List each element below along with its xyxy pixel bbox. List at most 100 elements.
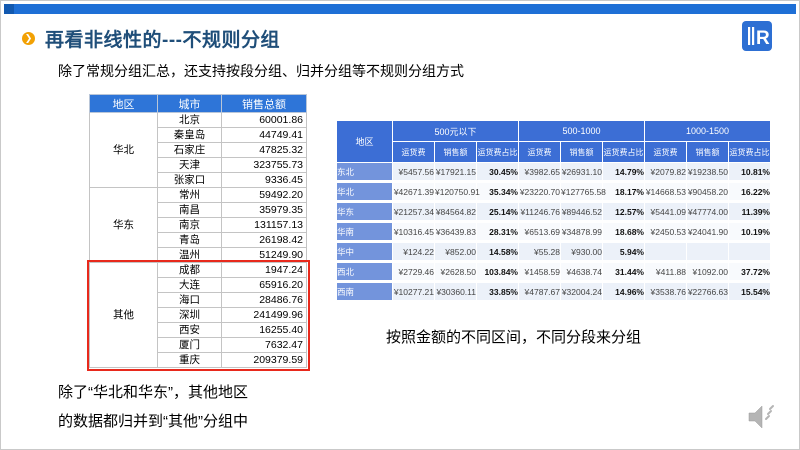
freight-cost-cell: ¥11246.76 [519,203,560,222]
city-cell: 重庆 [157,352,222,368]
chevron-right-icon: ❯ [22,32,35,45]
freight-ratio-cell: 11.39% [729,203,770,222]
sales-total-cell: 323755.73 [221,157,307,173]
sales-amount-cell: ¥24041.90 [687,223,728,242]
region-cell: 华南 [337,223,392,242]
freight-cost-cell: ¥2450.53 [645,223,686,242]
city-cell: 北京 [157,112,222,128]
sales-total-cell: 47825.32 [221,142,307,158]
caption-amount-groups: 按照金额的不同区间，不同分段来分组 [386,329,642,346]
freight-ratio-cell: 18.68% [603,223,644,242]
sales-total-cell: 60001.86 [221,112,307,128]
sales-amount-cell: ¥90458.20 [687,183,728,202]
sales-total-cell: 35979.35 [221,202,307,218]
sales-amount-cell [687,243,728,262]
freight-cost-cell: ¥21257.34 [393,203,434,222]
freight-ratio-cell: 10.81% [729,163,770,182]
column-header-city: 城市 [157,94,222,113]
column-sub-header: 运货费 [519,142,560,162]
page-title: 再看非线性的---不规则分组 [45,30,280,51]
freight-ratio-cell: 14.96% [603,283,644,302]
table-row: 其他 成都 1947.24 [89,262,307,368]
region-cell: 华中 [337,243,392,262]
column-sub-header: 运货费占比 [729,142,770,162]
column-sub-header: 运货费占比 [477,142,518,162]
sales-total-cell: 44749.41 [221,127,307,143]
column-group-header: 500元以下 [393,121,518,141]
table-row: 西南 ¥10277.21 ¥30360.11 33.85% ¥4787.67 ¥32004… [337,283,770,302]
freight-cost-cell: ¥1458.59 [519,263,560,282]
region-cell: 其他 [89,262,158,368]
freight-cost-cell: ¥3982.65 [519,163,560,182]
region-cell: 华北 [89,112,158,188]
grouped-by-amount-table: 地区 500元以下 500-1000 1000-1500 运货费 销售额 运货费占比 运货… [336,120,771,303]
sales-amount-cell: ¥22766.63 [687,283,728,302]
column-sub-header: 运货费 [393,142,434,162]
column-sub-header: 销售额 [687,142,728,162]
column-header-region: 地区 [337,121,392,162]
caption-merge-line1: 除了“华北和华东”，其他地区 [58,384,248,401]
region-cell: 东北 [337,163,392,182]
right-table-sub-header-row: 运货费 销售额 运货费占比 运货费 销售额 运货费占比 运货费 销售额 运货费占比 [337,142,770,162]
sales-amount-cell: ¥1092.00 [687,263,728,282]
column-sub-header: 运货费 [645,142,686,162]
svg-text:R: R [756,28,770,49]
sales-amount-cell: ¥34878.99 [561,223,602,242]
freight-cost-cell: ¥10316.45 [393,223,434,242]
table-row: 华北 ¥42671.39 ¥120750.91 35.34% ¥23220.70 ¥127… [337,183,770,202]
sales-amount-cell: ¥17921.15 [435,163,476,182]
table-row: 华东 常州 59492.20 [89,187,307,263]
sales-total-cell: 1947.24 [221,262,307,278]
table-row: 东北 ¥5457.56 ¥17921.15 30.45% ¥3982.65 ¥26931.… [337,163,770,182]
region-cell: 西南 [337,283,392,302]
top-accent-bar [4,4,796,14]
sales-amount-cell: ¥930.00 [561,243,602,262]
table-row: 华中 ¥124.22 ¥852.00 14.58% ¥55.28 ¥930.00 5.94% [337,243,770,262]
city-cell: 南京 [157,217,222,233]
city-cell: 青岛 [157,232,222,248]
sales-total-cell: 51249.90 [221,247,307,263]
freight-cost-cell: ¥55.28 [519,243,560,262]
audio-speaker-icon[interactable] [745,401,777,433]
column-header-region: 地区 [89,94,158,113]
freight-cost-cell: ¥2729.46 [393,263,434,282]
freight-ratio-cell: 30.45% [477,163,518,182]
freight-cost-cell: ¥10277.21 [393,283,434,302]
column-sub-header: 销售额 [435,142,476,162]
freight-cost-cell: ¥23220.70 [519,183,560,202]
sales-amount-cell: ¥36439.83 [435,223,476,242]
freight-ratio-cell: 18.17% [603,183,644,202]
freight-cost-cell: ¥2079.82 [645,163,686,182]
city-cell: 大连 [157,277,222,293]
left-table-header-row: 地区 城市 销售总额 [89,94,307,113]
city-cell: 张家口 [157,172,222,188]
sales-total-cell: 9336.45 [221,172,307,188]
subtitle-text: 除了常规分组汇总，还支持按段分组、归并分组等不规则分组方式 [58,63,464,79]
sales-total-cell: 28486.76 [221,292,307,308]
sales-amount-cell: ¥2628.50 [435,263,476,282]
table-row: 华南 ¥10316.45 ¥36439.83 28.31% ¥6513.69 ¥34878… [337,223,770,242]
freight-ratio-cell: 10.19% [729,223,770,242]
sales-total-cell: 26198.42 [221,232,307,248]
freight-ratio-cell: 14.58% [477,243,518,262]
top-accent-bar-end [4,4,14,14]
column-group-header: 1000-1500 [645,121,770,141]
sales-total-cell: 16255.40 [221,322,307,338]
freight-cost-cell: ¥4787.67 [519,283,560,302]
table-row: 华北 北京 60001.86 [89,112,307,188]
city-cell: 海口 [157,292,222,308]
city-cell: 天津 [157,157,222,173]
freight-ratio-cell [729,243,770,262]
freight-ratio-cell: 16.22% [729,183,770,202]
freight-ratio-cell: 5.94% [603,243,644,262]
region-cell: 西北 [337,263,392,282]
sales-total-cell: 131157.13 [221,217,307,233]
sales-amount-cell: ¥32004.24 [561,283,602,302]
column-header-sales-total: 销售总额 [221,94,307,113]
sales-amount-cell: ¥89446.52 [561,203,602,222]
column-sub-header: 运货费占比 [603,142,644,162]
freight-cost-cell: ¥124.22 [393,243,434,262]
sales-total-cell: 241499.96 [221,307,307,323]
freight-cost-cell: ¥3538.76 [645,283,686,302]
table-row: 西北 ¥2729.46 ¥2628.50 103.84% ¥1458.59 ¥4638.7… [337,263,770,282]
